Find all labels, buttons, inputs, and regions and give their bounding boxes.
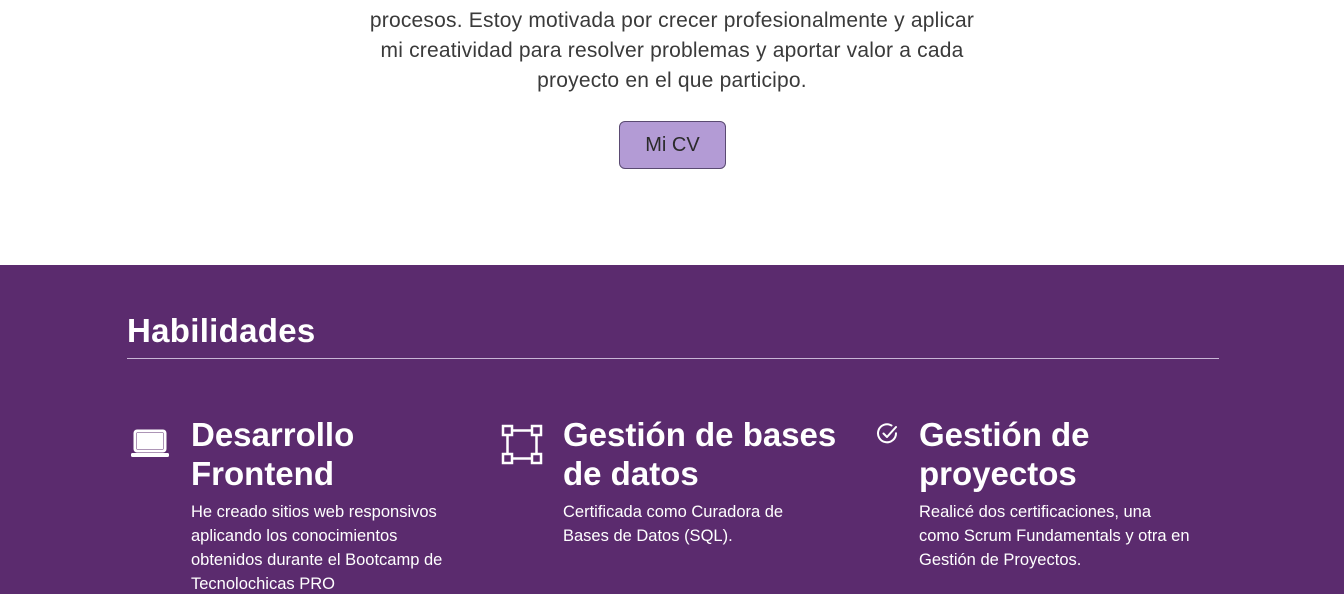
skill-title: Gestión de proyectos xyxy=(919,416,1090,492)
cv-button[interactable]: Mi CV xyxy=(619,121,726,169)
skills-heading: Habilidades xyxy=(127,312,316,349)
about-section: procesos. Estoy motivada por crecer prof… xyxy=(0,0,1344,265)
skill-description: Certificada como Curadora de Bases de Da… xyxy=(563,503,784,545)
skill-description: Realicé dos certificaciones, una como Sc… xyxy=(919,503,1190,569)
check-circle-icon xyxy=(876,422,900,451)
skill-title: Gestión de bases de datos xyxy=(563,416,837,492)
laptop-icon xyxy=(130,429,170,466)
skill-description: He creado sitios web responsivos aplican… xyxy=(191,503,443,593)
skills-section: Habilidades Desarrollo Frontend He cread… xyxy=(0,265,1344,594)
about-text-line: procesos. Estoy motivada por crecer prof… xyxy=(369,9,975,32)
about-text: procesos. Estoy motivada por crecer prof… xyxy=(0,6,1344,96)
diagram-nodes-icon xyxy=(501,424,545,471)
about-text-line: proyecto en el que participo. xyxy=(537,69,807,92)
skills-divider xyxy=(127,358,1219,359)
skill-title: Desarrollo Frontend xyxy=(191,416,355,492)
about-text-line: mi creatividad para resolver problemas y… xyxy=(380,39,964,62)
